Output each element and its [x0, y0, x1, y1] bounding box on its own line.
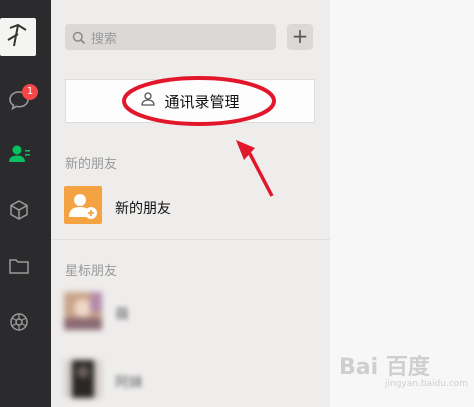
contacts-panel: 搜索 + 通讯录管理 新的朋友 新的朋友 星标朋友 薇 阿妹 [51, 0, 330, 407]
unread-badge: 1 [22, 84, 38, 100]
new-friends-label: 新的朋友 [115, 201, 171, 217]
baidu-watermark: Bai 百度 jingyan.baidu.com [335, 350, 470, 390]
section-divider [51, 239, 330, 240]
new-friend-icon [64, 186, 102, 224]
search-icon [72, 30, 86, 45]
files-icon[interactable] [7, 254, 31, 278]
contacts-management-button[interactable]: 通讯录管理 [65, 79, 315, 123]
contacts-management-label: 通讯录管理 [164, 92, 240, 111]
mini-programs-icon[interactable] [7, 310, 31, 334]
starred-contact-row[interactable]: 薇 [51, 284, 330, 342]
favorites-icon[interactable] [7, 198, 31, 222]
person-icon [140, 91, 156, 111]
contact-avatar [64, 292, 102, 330]
new-friends-section-title: 新的朋友 [65, 157, 118, 172]
contact-name: 薇 [115, 307, 129, 323]
sidebar: 1 [0, 0, 51, 407]
starred-friends-section-title: 星标朋友 [65, 264, 118, 279]
contact-name: 阿妹 [115, 375, 143, 391]
watermark-text: Bai 百度 [339, 354, 431, 380]
add-contact-button[interactable]: + [287, 24, 313, 50]
starred-contact-row[interactable]: 阿妹 [51, 348, 330, 406]
search-input[interactable]: 搜索 [65, 24, 276, 50]
detail-pane [330, 0, 474, 407]
user-avatar[interactable] [0, 18, 36, 56]
contacts-icon[interactable] [7, 142, 31, 166]
search-placeholder: 搜索 [91, 32, 118, 47]
contact-avatar [64, 360, 102, 398]
watermark-subtext: jingyan.baidu.com [384, 379, 468, 389]
new-friends-item[interactable]: 新的朋友 [51, 178, 330, 236]
